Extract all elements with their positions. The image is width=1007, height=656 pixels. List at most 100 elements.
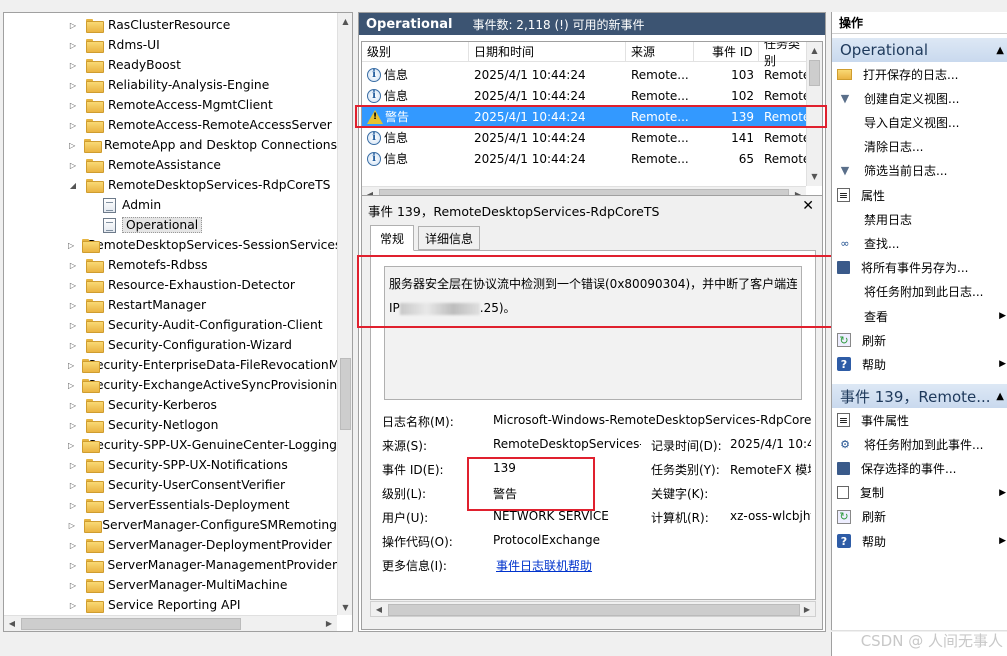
expand-arrow-icon[interactable]: ▷ [68, 40, 78, 50]
tree-item[interactable]: ▷ ReadyBoost [4, 55, 337, 75]
tree-item[interactable]: ▷ RemoteAccess-MgmtClient [4, 95, 337, 115]
expand-arrow-icon[interactable]: ▷ [68, 480, 78, 490]
tree-item[interactable]: ▷ Security-Configuration-Wizard [4, 335, 337, 355]
action-item[interactable]: 禁用日志 [832, 207, 1007, 231]
expand-arrow-icon[interactable]: ▷ [68, 440, 74, 450]
action-item[interactable]: ? 帮助 ▶ [832, 352, 1007, 376]
expand-arrow-icon[interactable]: ▷ [68, 460, 78, 470]
scroll-left-arrow-icon[interactable]: ◀ [371, 602, 387, 616]
tree-item[interactable]: ▷ Resource-Exhaustion-Detector [4, 275, 337, 295]
action-item[interactable]: 将所有事件另存为... [832, 256, 1007, 280]
expand-arrow-icon[interactable]: ▷ [68, 280, 78, 290]
expand-arrow-icon[interactable]: ▷ [68, 380, 74, 390]
expand-arrow-icon[interactable]: ▷ [68, 500, 78, 510]
tree-item[interactable]: ▷ Security-Kerberos [4, 395, 337, 415]
tree-item[interactable]: ▷ Security-SPP-UX-Notifications [4, 455, 337, 475]
scroll-up-arrow-icon[interactable]: ▲ [807, 42, 822, 58]
tree-item[interactable]: ▷ ServerEssentials-Deployment [4, 495, 337, 515]
scroll-right-arrow-icon[interactable]: ▶ [799, 602, 815, 616]
action-item[interactable]: ↻ 刷新 [832, 505, 1007, 529]
expand-arrow-icon[interactable]: ▷ [68, 360, 74, 370]
expand-arrow-icon[interactable]: ▷ [68, 100, 78, 110]
column-header-event-id[interactable]: 事件 ID [694, 42, 759, 62]
expand-arrow-icon[interactable]: ▷ [68, 420, 78, 430]
tree-item[interactable]: ▷ Security-ExchangeActiveSyncProvisioning [4, 375, 337, 395]
action-item[interactable]: 清除日志... [832, 135, 1007, 159]
tree-item[interactable]: Admin [4, 195, 337, 215]
scroll-down-arrow-icon[interactable]: ▼ [338, 599, 352, 615]
action-item[interactable]: 查看 ▶ [832, 304, 1007, 328]
tree-item[interactable]: ▷ ServerManager-DeploymentProvider [4, 535, 337, 555]
action-item[interactable]: 导入自定义视图... [832, 110, 1007, 134]
scroll-thumb[interactable] [340, 358, 351, 430]
scroll-down-arrow-icon[interactable]: ▼ [807, 168, 822, 184]
column-header-datetime[interactable]: 日期和时间 [469, 42, 626, 62]
collapse-arrow-icon[interactable]: ▲ [996, 45, 1004, 56]
tree-item[interactable]: ▷ Security-Netlogon [4, 415, 337, 435]
tree-item[interactable]: ▷ ServerManager-ManagementProvider [4, 555, 337, 575]
expand-arrow-icon[interactable]: ▷ [68, 60, 78, 70]
tab-general[interactable]: 常规 [370, 225, 414, 251]
tree-item[interactable]: ▷ Rdms-UI [4, 35, 337, 55]
log-tree-pane[interactable]: ▷ RasClusterResource ▷ Rdms-UI ▷ ReadyBoost ▷ R… [3, 12, 353, 632]
tree-item[interactable]: ▷ Security-UserConsentVerifier [4, 475, 337, 495]
column-header-task-category[interactable]: 任务类别 [759, 42, 811, 68]
tree-item[interactable]: ◢ RemoteDesktopServices-RdpCoreTS [4, 175, 337, 195]
expand-arrow-icon[interactable]: ▷ [68, 600, 78, 610]
expand-arrow-icon[interactable]: ▷ [68, 340, 78, 350]
tree-item[interactable]: ▷ Reliability-Analysis-Engine [4, 75, 337, 95]
collapse-arrow-icon[interactable]: ▲ [996, 391, 1004, 402]
event-row[interactable]: i信息 2025/4/1 10:44:24 Remote... 102 RemoteF [362, 85, 808, 106]
action-item[interactable]: ▼ 筛选当前日志... [832, 159, 1007, 183]
event-list-table[interactable]: 级别 日期和时间 来源 事件 ID 任务类别 i 信息 2025/4/1 10:44… [361, 41, 823, 203]
scroll-up-arrow-icon[interactable]: ▲ [338, 13, 352, 29]
expand-arrow-icon[interactable]: ▷ [68, 260, 78, 270]
expand-arrow-icon[interactable]: ▷ [68, 140, 76, 150]
column-header-source[interactable]: 来源 [626, 42, 694, 62]
tab-details[interactable]: 详细信息 [418, 226, 480, 250]
section-event-139[interactable]: 事件 139，Remote... ▲ [832, 384, 1007, 408]
tree-item[interactable]: Operational [4, 215, 337, 235]
online-help-link[interactable]: 事件日志联机帮助 [496, 557, 616, 574]
tree-item[interactable]: ▷ Service Reporting API [4, 595, 337, 615]
tree-item[interactable]: ▷ RemoteDesktopServices-SessionServices [4, 235, 337, 255]
expand-arrow-icon[interactable]: ▷ [68, 520, 76, 530]
tree-item[interactable]: ▷ RestartManager [4, 295, 337, 315]
tree-item[interactable]: ▷ Security-Audit-Configuration-Client [4, 315, 337, 335]
collapse-arrow-icon[interactable]: ◢ [68, 180, 78, 190]
tree-item[interactable]: ▷ RemoteAccess-RemoteAccessServer [4, 115, 337, 135]
action-item[interactable]: 复制 ▶ [832, 481, 1007, 505]
expand-arrow-icon[interactable]: ▷ [68, 160, 78, 170]
action-item[interactable]: ∞ 查找... [832, 231, 1007, 255]
action-item[interactable]: ↻ 刷新 [832, 328, 1007, 352]
scroll-thumb[interactable] [388, 604, 800, 616]
column-header-level[interactable]: 级别 [362, 42, 469, 62]
tree-horizontal-scrollbar[interactable]: ◀ ▶ [4, 615, 337, 631]
expand-arrow-icon[interactable]: ▷ [68, 240, 74, 250]
event-list-vertical-scrollbar[interactable]: ▲ ▼ [806, 42, 822, 186]
expand-arrow-icon[interactable]: ▷ [68, 20, 78, 30]
event-row[interactable]: i信息 2025/4/1 10:44:24 Remote... 141 RemoteF [362, 127, 808, 148]
action-item[interactable]: 保存选择的事件... [832, 456, 1007, 480]
expand-arrow-icon[interactable]: ▷ [68, 400, 78, 410]
action-item[interactable]: ≡ 事件属性 [832, 408, 1007, 432]
scroll-left-arrow-icon[interactable]: ◀ [4, 616, 20, 631]
event-row[interactable]: i信息 2025/4/1 10:44:24 Remote... 103 RemoteF [362, 64, 808, 85]
expand-arrow-icon[interactable]: ▷ [68, 580, 78, 590]
tree-item[interactable]: ▷ Security-SPP-UX-GenuineCenter-Logging [4, 435, 337, 455]
tree-item[interactable]: ▷ ServerManager-ConfigureSMRemoting [4, 515, 337, 535]
section-operational[interactable]: Operational ▲ [832, 38, 1007, 62]
tree-item[interactable]: ▷ Remotefs-Rdbss [4, 255, 337, 275]
action-item[interactable]: ▼ 创建自定义视图... [832, 86, 1007, 110]
event-row[interactable]: i信息 2025/4/1 10:44:24 Remote... 65 RemoteF [362, 148, 808, 169]
action-item[interactable]: 将任务附加到此日志... [832, 280, 1007, 304]
expand-arrow-icon[interactable]: ▷ [68, 80, 78, 90]
scroll-right-arrow-icon[interactable]: ▶ [321, 616, 337, 631]
tree-item[interactable]: ▷ ServerManager-MultiMachine [4, 575, 337, 595]
event-message-box[interactable]: 服务器安全层在协议流中检测到一个错误(0x80090304)，并中断了客户端连接… [384, 266, 802, 400]
action-item[interactable]: ≡ 属性 [832, 183, 1007, 207]
action-item[interactable]: ? 帮助 ▶ [832, 529, 1007, 553]
tree-item[interactable]: ▷ RemoteAssistance [4, 155, 337, 175]
expand-arrow-icon[interactable]: ▷ [68, 320, 78, 330]
action-item[interactable]: ⚙ 将任务附加到此事件... [832, 432, 1007, 456]
